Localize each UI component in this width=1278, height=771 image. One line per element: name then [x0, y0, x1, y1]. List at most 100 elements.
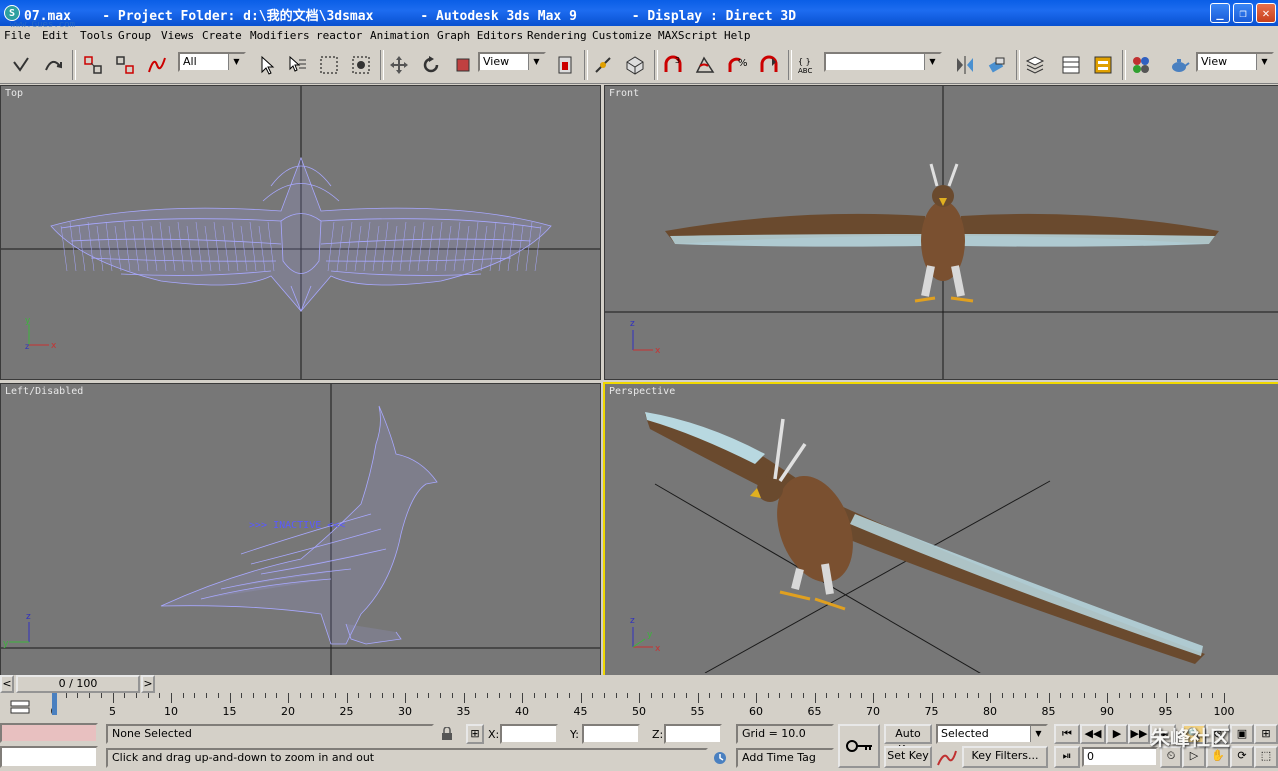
track-view-toggle-icon[interactable] — [8, 697, 34, 717]
left-view-wireframe: >>> INACTIVE <<< z y — [1, 384, 600, 676]
curve-editor-icon[interactable] — [1058, 52, 1084, 78]
track-tick — [884, 693, 886, 698]
track-tick — [1060, 693, 1062, 698]
y-coordinate-field[interactable] — [582, 724, 640, 744]
use-pivot-center-icon[interactable] — [552, 52, 578, 78]
menu-modifiers[interactable]: Modifiers — [250, 29, 310, 42]
select-and-move-icon[interactable] — [386, 52, 412, 78]
render-scene-teapot-icon[interactable] — [1166, 52, 1192, 78]
z-coordinate-field[interactable] — [664, 724, 722, 744]
menu-edit[interactable]: Edit — [42, 29, 69, 42]
maxscript-listener-mini[interactable] — [0, 723, 98, 743]
menu-customize[interactable]: Customize — [592, 29, 652, 42]
maximize-viewport-toggle-icon[interactable]: ⬚ — [1254, 746, 1278, 768]
viewport-top[interactable]: Top y x z — [0, 85, 601, 380]
selection-filter-dropdown[interactable]: All ▼ — [178, 52, 246, 72]
key-filters-button[interactable]: Key Filters... — [962, 746, 1048, 768]
set-keys-key-icon[interactable] — [838, 724, 880, 768]
layer-manager-icon[interactable] — [1022, 52, 1048, 78]
edit-named-selection-icon[interactable]: { } ABC — [794, 52, 820, 78]
default-in-out-tangents-icon[interactable] — [936, 749, 958, 767]
percent-snap-icon[interactable]: % — [724, 52, 750, 78]
snaps-toggle-icon[interactable]: 3 — [660, 52, 686, 78]
bind-to-space-warp-icon[interactable] — [144, 52, 170, 78]
3dsmax-app-icon[interactable]: S — [4, 5, 20, 21]
maxscript-input[interactable] — [0, 746, 98, 768]
undo-icon[interactable] — [8, 52, 34, 78]
menu-views[interactable]: Views — [161, 29, 194, 42]
maximize-button[interactable]: ❐ — [1233, 3, 1253, 23]
absolute-mode-transform-icon[interactable]: ⊞ — [466, 724, 484, 744]
reference-coordinate-dropdown[interactable]: View ▼ — [478, 52, 546, 72]
next-frame-icon[interactable]: ▶▶ — [1128, 724, 1150, 744]
viewport-perspective[interactable]: Perspective z x y — [603, 382, 1278, 679]
set-key-button[interactable]: Set Key — [884, 746, 932, 768]
track-tick — [229, 693, 231, 703]
svg-text:z: z — [630, 319, 635, 329]
key-mode-dropdown[interactable]: Selected ▼ — [936, 724, 1048, 744]
previous-frame-icon[interactable]: ◀◀ — [1080, 724, 1106, 744]
select-and-rotate-icon[interactable] — [418, 52, 444, 78]
time-slider-next-button[interactable]: > — [141, 675, 155, 693]
track-tick — [767, 693, 769, 698]
selection-lock-icon[interactable] — [440, 726, 454, 741]
viewport-front[interactable]: Front z x — [604, 85, 1278, 380]
align-icon[interactable] — [984, 52, 1010, 78]
menu-maxscript[interactable]: MAXScript — [658, 29, 718, 42]
select-by-name-icon[interactable] — [284, 52, 310, 78]
mirror-icon[interactable] — [952, 52, 978, 78]
go-to-start-icon[interactable]: ⏮ — [1054, 724, 1080, 744]
window-crossing-icon[interactable] — [348, 52, 374, 78]
svg-text:z: z — [26, 612, 31, 622]
main-toolbar: All ▼ View ▼ 3 % { } ABC ▼ View ▼ — [0, 46, 1278, 84]
current-frame-field[interactable]: 0 — [1082, 747, 1158, 767]
play-animation-icon[interactable]: ▶ — [1106, 724, 1128, 744]
select-and-link-icon[interactable] — [80, 52, 106, 78]
time-slider-thumb[interactable]: 0 / 100 — [16, 675, 140, 693]
viewport-left[interactable]: Left/Disabled >>> INACTIVE <<< z y — [0, 383, 601, 677]
menu-create[interactable]: Create — [202, 29, 242, 42]
track-tick-label: 50 — [632, 705, 646, 718]
menu-help[interactable]: Help — [724, 29, 751, 42]
time-slider-prev-button[interactable]: < — [0, 675, 14, 693]
time-tag-icon[interactable] — [712, 750, 728, 766]
keyboard-shortcut-override-icon[interactable] — [622, 52, 648, 78]
select-and-manipulate-icon[interactable] — [590, 52, 616, 78]
track-ruler[interactable]: 0510152025303540455055606570758085909510… — [50, 693, 1270, 721]
menu-file[interactable]: File — [4, 29, 31, 42]
track-bar[interactable]: 0510152025303540455055606570758085909510… — [0, 693, 1278, 721]
unlink-selection-icon[interactable] — [112, 52, 138, 78]
select-object-icon[interactable] — [254, 52, 280, 78]
select-and-scale-icon[interactable] — [450, 52, 476, 78]
angle-snap-icon[interactable] — [692, 52, 718, 78]
menu-group[interactable]: Group — [118, 29, 151, 42]
spinner-snap-icon[interactable] — [756, 52, 782, 78]
menu-graph-editors[interactable]: Graph Editors — [437, 29, 523, 42]
key-mode-toggle-icon[interactable]: ⏯ — [1054, 746, 1080, 768]
redo-icon[interactable] — [40, 52, 66, 78]
track-tick — [288, 693, 289, 703]
material-editor-icon[interactable] — [1128, 52, 1154, 78]
minimize-button[interactable]: _ — [1210, 3, 1230, 23]
menu-animation[interactable]: Animation — [370, 29, 430, 42]
zoom-extents-icon[interactable]: ▣ — [1230, 724, 1254, 744]
zoom-extents-all-icon[interactable]: ⊞ — [1254, 724, 1278, 744]
x-coordinate-field[interactable] — [500, 724, 558, 744]
track-tick — [861, 693, 863, 698]
track-tick — [1013, 693, 1015, 698]
menu-reactor[interactable]: reactor — [316, 29, 362, 42]
time-slider[interactable]: < 0 / 100 > — [0, 675, 1278, 693]
render-type-dropdown[interactable]: View ▼ — [1196, 52, 1274, 72]
track-tick — [674, 693, 676, 698]
add-time-tag-button[interactable]: Add Time Tag — [736, 748, 834, 768]
track-tick-label: 20 — [281, 705, 295, 718]
rectangular-selection-icon[interactable] — [316, 52, 342, 78]
auto-key-button[interactable]: Auto Key — [884, 724, 932, 756]
named-selection-sets-dropdown[interactable]: ▼ — [824, 52, 942, 72]
menu-rendering[interactable]: Rendering — [527, 29, 587, 42]
arc-rotate-icon[interactable]: ⟳ — [1230, 746, 1254, 768]
menu-tools[interactable]: Tools — [80, 29, 113, 42]
schematic-view-icon[interactable] — [1090, 52, 1116, 78]
current-time-marker[interactable] — [52, 693, 57, 715]
close-button[interactable]: ✕ — [1256, 3, 1276, 23]
